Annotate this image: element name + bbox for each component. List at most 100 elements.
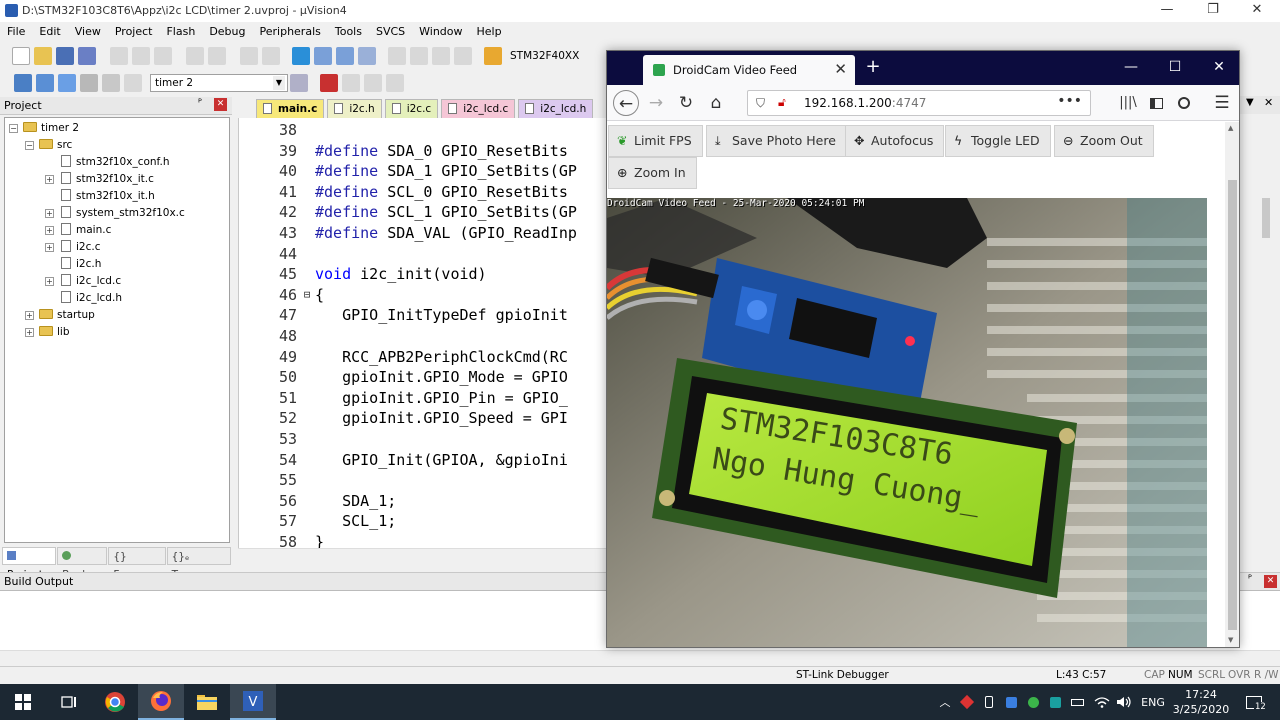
tray-wifi-icon[interactable] — [1092, 684, 1112, 720]
device-icon[interactable] — [484, 47, 502, 65]
code-line[interactable]: { — [315, 285, 324, 306]
select-packs-icon[interactable] — [364, 74, 382, 92]
tree-node-stm32f10x-it-h[interactable]: stm32f10x_it.h — [61, 188, 155, 205]
expand-icon[interactable]: + — [25, 328, 34, 337]
url-bar[interactable]: ⛉ 🔓︎ 192.168.1.200:4747 ••• — [747, 90, 1091, 116]
tab-functions[interactable]: {} Func... — [108, 547, 166, 581]
browser-tab-droidcam[interactable]: DroidCam Video Feed ✕ — [643, 55, 855, 85]
code-line[interactable]: } — [315, 532, 324, 548]
tree-node-timer-2[interactable]: − timer 2 — [9, 120, 79, 137]
tab-templates[interactable]: {}ₑ Temp... — [166, 547, 231, 581]
tracking-shield-icon[interactable]: ⛉ — [756, 96, 765, 111]
maximize-button[interactable]: ❐ — [1190, 0, 1236, 22]
rebuild-icon[interactable] — [58, 74, 76, 92]
tab-project[interactable]: Project — [2, 547, 57, 581]
menu-tools[interactable]: Tools — [328, 22, 369, 42]
manage-components-icon[interactable] — [320, 74, 338, 92]
open-folder-icon[interactable] — [34, 47, 52, 65]
tray-app-red-icon[interactable] — [958, 684, 976, 720]
code-line[interactable]: GPIO_Init(GPIOA, &gpioIni — [315, 450, 568, 471]
code-line[interactable]: gpioInit.GPIO_Mode = GPIO — [315, 367, 568, 388]
expand-icon[interactable]: + — [45, 175, 54, 184]
taskbar-file-explorer[interactable] — [184, 684, 230, 720]
target-options-icon[interactable] — [290, 74, 308, 92]
zoom-in-button[interactable]: ⊕ Zoom In — [608, 157, 697, 189]
tree-node-i2c-lcd-h[interactable]: i2c_lcd.h — [61, 290, 122, 307]
task-view-button[interactable] — [46, 684, 92, 720]
bookmark-icon[interactable] — [292, 47, 310, 65]
unindent-icon[interactable] — [410, 47, 428, 65]
firefox-maximize-button[interactable]: ☐ — [1153, 51, 1197, 85]
zoom-out-button[interactable]: ⊖ Zoom Out — [1054, 125, 1154, 157]
uncomment-icon[interactable] — [454, 47, 472, 65]
tab-i2c-lcd-h[interactable]: i2c_lcd.h — [518, 98, 594, 118]
tray-app-blue-icon[interactable] — [1002, 684, 1020, 720]
tree-node-system-stm32f10x-c[interactable]: + system_stm32f10x.c — [45, 205, 185, 222]
new-file-icon[interactable] — [12, 47, 30, 65]
limit-fps-button[interactable]: ❦ Limit FPS — [608, 125, 703, 157]
tray-expand-icon[interactable]: ︿ — [936, 684, 954, 720]
expand-icon[interactable]: + — [25, 311, 34, 320]
collapse-icon[interactable]: − — [25, 141, 34, 150]
menu-project[interactable]: Project — [108, 22, 160, 42]
editor-vertical-scrollbar[interactable] — [1258, 118, 1274, 548]
tree-node-startup[interactable]: + startup — [25, 307, 95, 324]
close-button[interactable]: ✕ — [1234, 0, 1280, 22]
bookmark-prev-icon[interactable] — [314, 47, 332, 65]
code-editor[interactable]: 38 39 40 41 42 43 44 45 46 ⊟ 47 48 49 50 51 52 53 54 55 56 5… — [238, 118, 606, 548]
tray-battery-icon[interactable] — [1068, 684, 1086, 720]
tray-volume-icon[interactable] — [1114, 684, 1134, 720]
code-line[interactable]: #define SCL_1 GPIO_SetBits(GP — [315, 202, 577, 223]
back-button[interactable]: ← — [613, 90, 639, 116]
build-output-scrollbar[interactable] — [0, 650, 1280, 664]
action-center-button[interactable]: 12 — [1234, 684, 1274, 720]
pin-icon[interactable]: ᴾ — [1248, 574, 1252, 585]
tree-node-i2c-h[interactable]: i2c.h — [61, 256, 101, 273]
start-button[interactable] — [0, 684, 46, 720]
translate-icon[interactable] — [14, 74, 32, 92]
tray-clock[interactable]: 17:24 3/25/2020 — [1172, 684, 1230, 720]
comment-icon[interactable] — [432, 47, 450, 65]
save-photo-button[interactable]: ⤓ Save Photo Here — [706, 125, 847, 157]
code-line[interactable]: gpioInit.GPIO_Pin = GPIO_ — [315, 388, 568, 409]
scroll-down-icon[interactable]: ▼ — [1228, 636, 1233, 644]
taskbar-uvision[interactable]: V — [230, 684, 276, 720]
close-tab-icon[interactable]: ✕ — [834, 60, 847, 78]
insecure-lock-icon[interactable]: 🔓︎ — [778, 95, 786, 110]
tree-node-stm32f10x-conf-h[interactable]: stm32f10x_conf.h — [61, 154, 169, 171]
sidebar-button[interactable] — [1143, 90, 1169, 116]
menu-window[interactable]: Window — [412, 22, 469, 42]
collapse-icon[interactable]: − — [9, 124, 18, 133]
load-icon[interactable] — [124, 74, 142, 92]
taskbar-firefox[interactable] — [138, 684, 184, 720]
new-tab-button[interactable]: + — [861, 55, 885, 81]
manage-rte-icon[interactable] — [386, 74, 404, 92]
tree-node-main-c[interactable]: + main.c — [45, 222, 111, 239]
menu-help[interactable]: Help — [470, 22, 509, 42]
indent-icon[interactable] — [388, 47, 406, 65]
video-feed[interactable]: STM32F103C8T6 Ngo Hung Cuong_ DroidCam V… — [607, 198, 1207, 647]
tray-usb-icon[interactable] — [980, 684, 998, 720]
menu-peripherals[interactable]: Peripherals — [253, 22, 328, 42]
build-icon[interactable] — [36, 74, 54, 92]
paste-icon[interactable] — [154, 47, 172, 65]
tree-node-stm32f10x-it-c[interactable]: + stm32f10x_it.c — [45, 171, 154, 188]
batch-build-icon[interactable] — [80, 74, 98, 92]
page-vertical-scrollbar[interactable]: ▲ ▼ — [1225, 122, 1239, 647]
tray-app-green-icon[interactable] — [1024, 684, 1042, 720]
autofocus-button[interactable]: ✥ Autofocus — [845, 125, 945, 157]
firefox-minimize-button[interactable]: — — [1109, 51, 1153, 85]
chevron-down-icon[interactable]: ▼ — [1246, 97, 1254, 108]
expand-icon[interactable]: + — [45, 243, 54, 252]
save-icon[interactable] — [56, 47, 74, 65]
menu-button[interactable]: ☰ — [1209, 90, 1235, 116]
panel-close-icon[interactable]: ✕ — [214, 98, 227, 111]
account-button[interactable] — [1171, 90, 1197, 116]
tab-i2c-lcd-c[interactable]: i2c_lcd.c — [441, 98, 516, 118]
menu-file[interactable]: File — [0, 22, 32, 42]
reload-button[interactable]: ↻ — [673, 90, 699, 116]
code-line[interactable]: gpioInit.GPIO_Speed = GPI — [315, 408, 568, 429]
expand-icon[interactable]: + — [45, 277, 54, 286]
firefox-close-button[interactable]: ✕ — [1197, 51, 1239, 85]
nav-forward-icon[interactable] — [262, 47, 280, 65]
